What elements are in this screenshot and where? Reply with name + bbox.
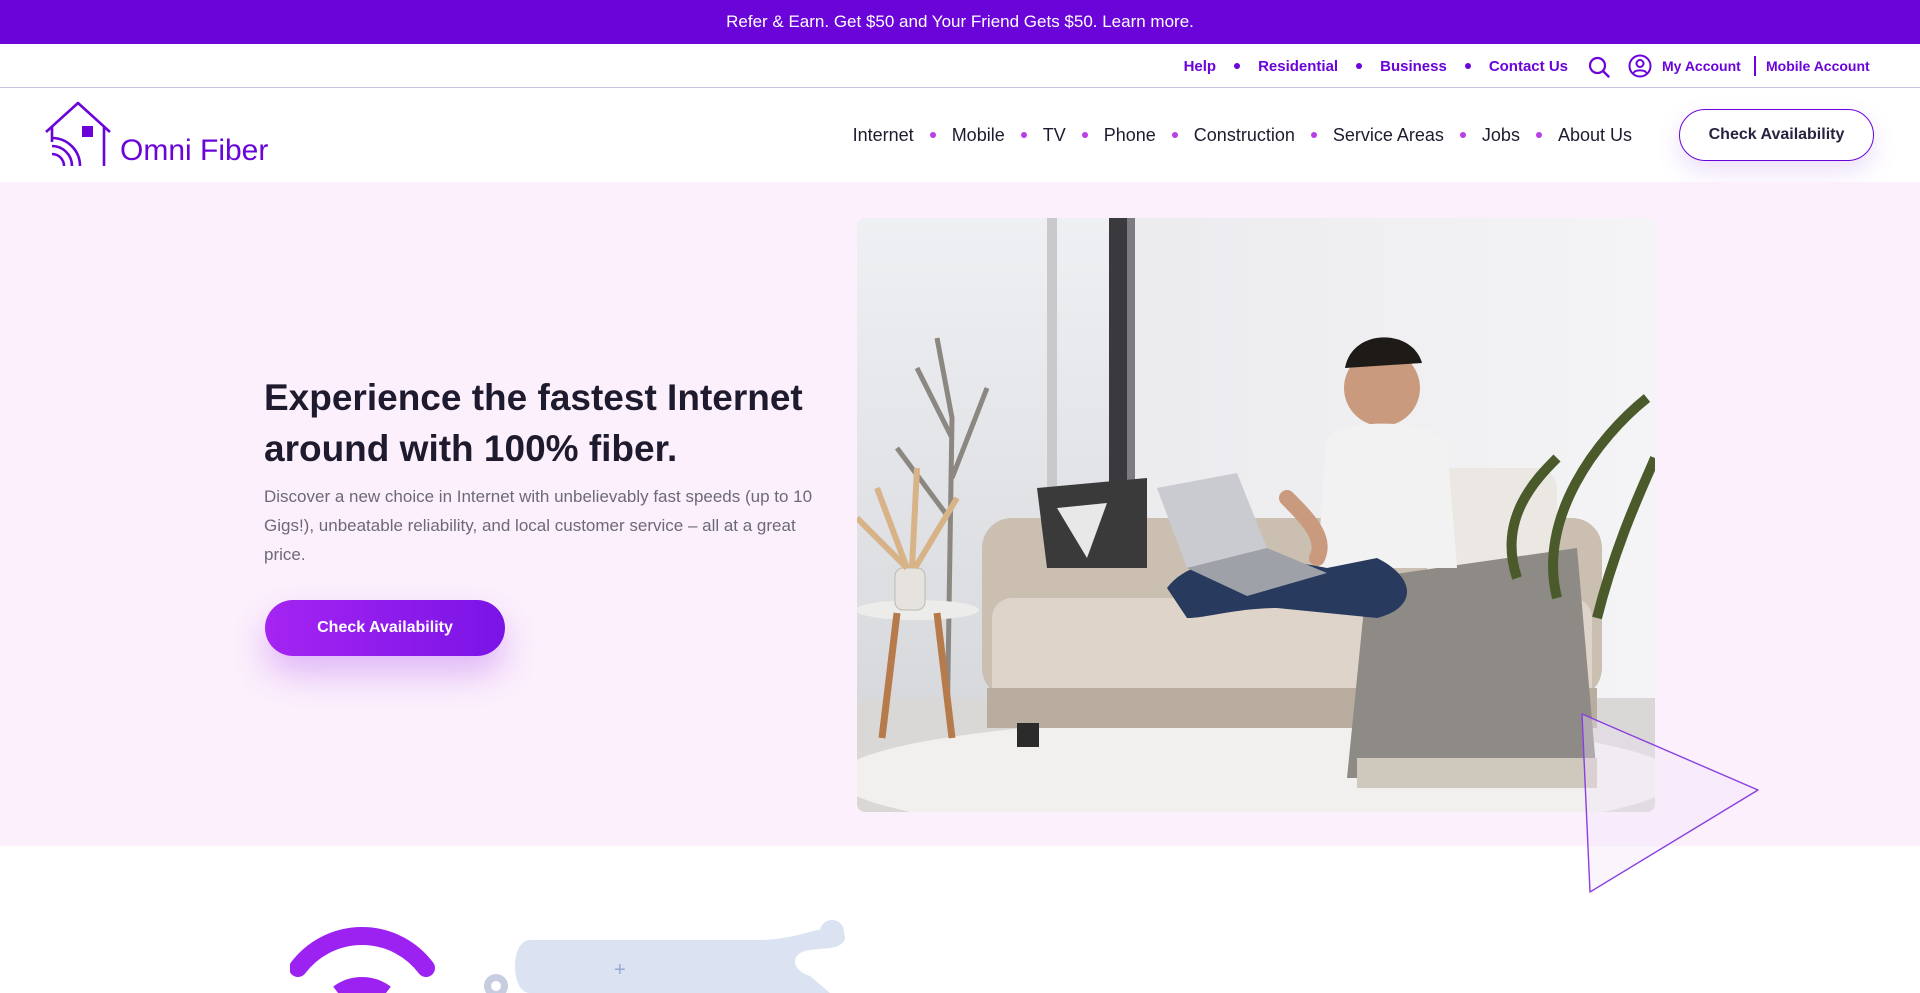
gear-icon (484, 974, 508, 993)
account-separator (1754, 56, 1756, 76)
business-link[interactable]: Business (1380, 58, 1447, 75)
nav-separator-dot (929, 132, 936, 138)
search-icon[interactable] (1588, 56, 1610, 78)
main-nav: Internet Mobile TV Phone Construction Se… (853, 88, 1632, 182)
nav-item-phone[interactable]: Phone (1104, 125, 1156, 146)
contact-us-link[interactable]: Contact Us (1489, 58, 1568, 75)
nav-separator-dot (1310, 132, 1317, 138)
user-circle-icon[interactable] (1628, 54, 1652, 78)
utility-bar: Help Residential Business Contact Us My … (0, 44, 1920, 88)
nav-separator-dot (1020, 132, 1027, 138)
nav-separator-dot (1535, 132, 1542, 138)
nav-separator-dot (1459, 132, 1466, 138)
hero-photo (857, 218, 1655, 812)
nav-item-jobs[interactable]: Jobs (1482, 125, 1520, 146)
nav-separator-dot (1081, 132, 1088, 138)
help-link[interactable]: Help (1184, 58, 1217, 75)
header-check-availability-button[interactable]: Check Availability (1679, 109, 1874, 161)
hero-check-availability-button[interactable]: Check Availability (265, 600, 505, 656)
my-account-link[interactable]: My Account (1662, 44, 1741, 88)
nav-separator-dot (1171, 132, 1178, 138)
brand-logo[interactable]: Omni Fiber (44, 100, 268, 170)
separator-dot (1356, 63, 1363, 69)
hero-title: Experience the fastest Internet around w… (264, 377, 803, 469)
bottom-illustration: + (290, 920, 845, 993)
man-on-couch-illustration (857, 218, 1655, 812)
residential-link[interactable]: Residential (1258, 58, 1338, 75)
nav-item-internet[interactable]: Internet (853, 125, 914, 146)
utility-links: Help Residential Business Contact Us (1184, 44, 1568, 88)
nav-item-mobile[interactable]: Mobile (952, 125, 1005, 146)
promo-text[interactable]: Refer & Earn. Get $50 and Your Friend Ge… (726, 12, 1194, 32)
svg-text:+: + (614, 959, 626, 981)
mobile-account-link[interactable]: Mobile Account (1766, 44, 1870, 88)
main-header: Omni Fiber Internet Mobile TV Phone Cons… (0, 88, 1920, 182)
house-wifi-logo-icon (45, 101, 111, 167)
nav-item-about-us[interactable]: About Us (1558, 125, 1632, 146)
hero-description: Discover a new choice in Internet with u… (264, 487, 813, 564)
nav-item-construction[interactable]: Construction (1194, 125, 1295, 146)
separator-dot (1464, 63, 1471, 69)
separator-dot (1234, 63, 1241, 69)
promo-banner[interactable]: Refer & Earn. Get $50 and Your Friend Ge… (0, 0, 1920, 44)
brand-name: Omni Fiber (120, 134, 269, 167)
nav-item-service-areas[interactable]: Service Areas (1333, 125, 1444, 146)
nav-item-tv[interactable]: TV (1043, 125, 1066, 146)
hero-section: Experience the fastest Internet around w… (0, 182, 1920, 846)
